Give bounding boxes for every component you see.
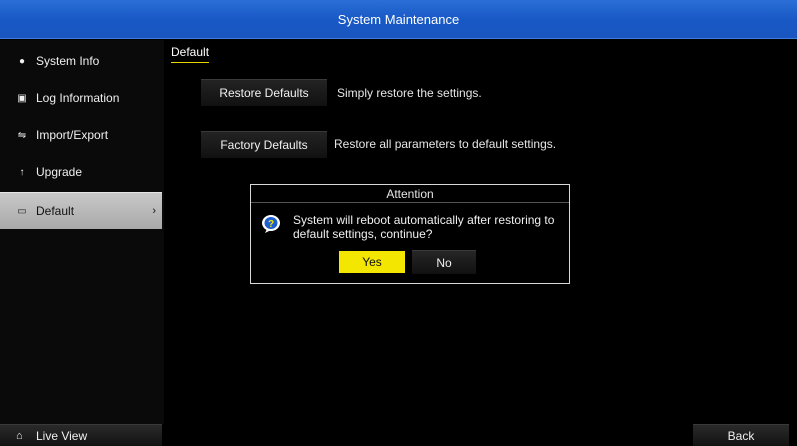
default-folder-icon: ▭: [17, 205, 27, 217]
restore-defaults-description: Simply restore the settings.: [337, 86, 482, 100]
sidebar-item-system-info[interactable]: ● System Info: [0, 43, 162, 79]
info-icon: ●: [18, 55, 26, 67]
dialog-message: System will reboot automatically after r…: [293, 213, 555, 241]
sidebar-item-upgrade[interactable]: ↑ Upgrade: [0, 154, 162, 190]
title-bar: System Maintenance: [0, 0, 797, 39]
sidebar-item-import-export[interactable]: ⇋ Import/Export: [0, 117, 162, 153]
sidebar: ● System Info ▣ Log Information ⇋ Import…: [0, 40, 164, 424]
svg-text:?: ?: [268, 219, 274, 230]
sidebar-item-label: Import/Export: [36, 128, 109, 142]
factory-defaults-description: Restore all parameters to default settin…: [334, 137, 557, 151]
attention-dialog: Attention ? System will reboot automatic…: [250, 184, 570, 284]
no-button[interactable]: No: [412, 250, 476, 274]
home-icon: ⌂: [16, 430, 23, 442]
sidebar-item-label: System Info: [36, 54, 100, 68]
question-icon: ?: [262, 215, 280, 233]
window-title: System Maintenance: [337, 11, 460, 27]
sidebar-item-label: Default: [36, 204, 75, 218]
live-view-button[interactable]: ⌂ Live View: [0, 424, 162, 446]
sidebar-item-log-information[interactable]: ▣ Log Information: [0, 80, 162, 116]
upgrade-arrow-icon: ↑: [19, 166, 25, 178]
yes-button[interactable]: Yes: [339, 251, 405, 273]
import-export-icon: ⇋: [17, 129, 27, 141]
system-maintenance-screen: System Maintenance ● System Info ▣ Log I…: [0, 0, 797, 446]
chevron-right-icon: ›: [152, 205, 156, 217]
log-icon: ▣: [17, 92, 27, 104]
dialog-title: Attention: [251, 185, 569, 203]
factory-defaults-button[interactable]: Factory Defaults: [201, 131, 327, 158]
tab-default[interactable]: Default: [171, 45, 210, 63]
sidebar-item-default[interactable]: ▭ Default ›: [0, 192, 162, 229]
live-view-label: Live View: [36, 429, 88, 443]
sidebar-item-label: Upgrade: [36, 165, 83, 179]
back-button[interactable]: Back: [693, 424, 789, 446]
sidebar-item-label: Log Information: [36, 91, 120, 105]
restore-defaults-button[interactable]: Restore Defaults: [201, 79, 327, 106]
